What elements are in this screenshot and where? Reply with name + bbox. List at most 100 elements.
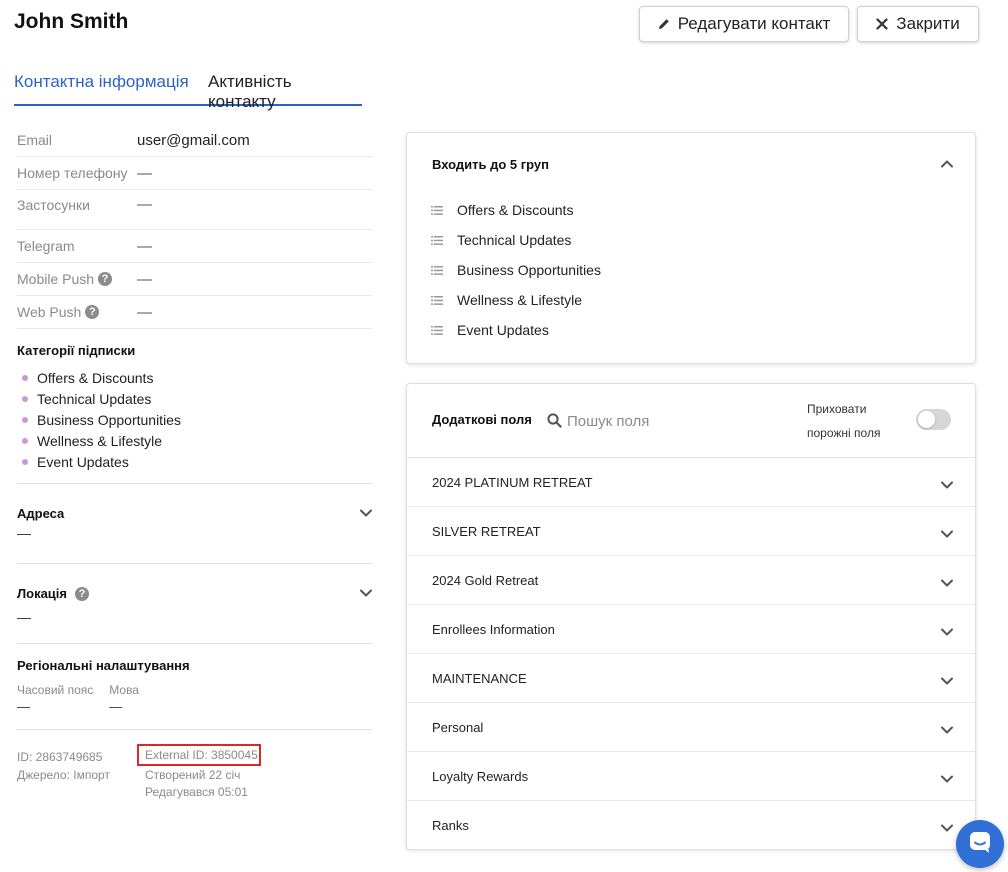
location-title-wrap: Локація ? xyxy=(17,586,372,601)
group-label: Business Opportunities xyxy=(457,262,601,278)
chevron-down-icon[interactable] xyxy=(941,771,953,786)
groups-card: Входить до 5 груп Offers & Discounts Tec… xyxy=(406,132,976,364)
chat-icon xyxy=(968,830,992,859)
field-section-label: SILVER RETREAT xyxy=(432,523,541,539)
info-row-web-push: Web Push ? — xyxy=(17,296,372,329)
chevron-down-icon[interactable] xyxy=(941,624,953,639)
location-title: Локація xyxy=(17,586,67,601)
groups-title: Входить до 5 груп xyxy=(432,157,550,172)
bullet-icon xyxy=(22,374,28,381)
category-label: Event Updates xyxy=(37,453,129,470)
info-row-phone: Номер телефону — xyxy=(17,157,372,190)
edited-date: Редагувався 05:01 xyxy=(145,785,248,799)
phone-value: — xyxy=(137,164,152,182)
edit-contact-label: Редагувати контакт xyxy=(677,14,831,33)
field-section-row[interactable]: 2024 Gold Retreat xyxy=(407,556,975,605)
field-section-label: MAINTENANCE xyxy=(432,670,527,686)
field-section-row[interactable]: SILVER RETREAT xyxy=(407,507,975,556)
field-section-label: Personal xyxy=(432,719,484,735)
field-section-label: 2024 PLATINUM RETREAT xyxy=(432,474,593,490)
edit-contact-button[interactable]: Редагувати контакт xyxy=(639,6,849,42)
info-row-email: Email user@gmail.com xyxy=(17,124,372,157)
field-section-row[interactable]: Ranks xyxy=(407,801,975,850)
created-date: Створений 22 січ xyxy=(145,768,241,782)
list-item: Business Opportunities xyxy=(17,409,372,430)
external-id-highlight: External ID: 3850045 xyxy=(137,744,261,766)
email-value[interactable]: user@gmail.com xyxy=(137,132,250,149)
list-icon xyxy=(431,292,443,308)
search-field-input[interactable] xyxy=(567,408,767,434)
info-row-mobile-push: Mobile Push ? — xyxy=(17,263,372,296)
list-item[interactable]: Business Opportunities xyxy=(431,255,601,285)
list-item[interactable]: Technical Updates xyxy=(431,225,601,255)
custom-fields-title: Додаткові поля xyxy=(432,412,532,427)
custom-fields-header: Додаткові поля Приховати порожні поля xyxy=(407,384,975,458)
chat-launcher-button[interactable] xyxy=(956,820,1004,868)
chevron-down-icon[interactable] xyxy=(941,722,953,737)
chevron-down-icon[interactable] xyxy=(941,673,953,688)
subscription-categories: Категорії підписки Offers & Discounts Te… xyxy=(17,329,372,484)
field-section-row[interactable]: 2024 PLATINUM RETREAT xyxy=(407,458,975,507)
tab-contact-activity[interactable]: Активність контакту xyxy=(208,72,362,112)
list-icon xyxy=(431,322,443,338)
chevron-down-icon[interactable] xyxy=(941,575,953,590)
chevron-down-icon[interactable] xyxy=(360,584,372,602)
telegram-value: — xyxy=(137,237,152,255)
chevron-up-icon[interactable] xyxy=(941,155,953,173)
chevron-down-icon[interactable] xyxy=(360,504,372,522)
timezone-value: — xyxy=(17,699,30,714)
list-icon xyxy=(431,262,443,278)
apps-value: — xyxy=(137,196,152,213)
phone-label: Номер телефону xyxy=(17,165,128,181)
group-label: Event Updates xyxy=(457,322,549,338)
timezone-field: Часовий пояс — xyxy=(17,683,93,714)
email-label: Email xyxy=(17,132,53,148)
chevron-down-icon[interactable] xyxy=(941,820,953,835)
field-section-label: Enrollees Information xyxy=(432,621,555,637)
list-item[interactable]: Offers & Discounts xyxy=(431,195,601,225)
list-icon xyxy=(431,202,443,218)
regional-columns: Часовий пояс — Мова — xyxy=(17,683,372,714)
field-section-row[interactable]: Enrollees Information xyxy=(407,605,975,654)
field-section-row[interactable]: Loyalty Rewards xyxy=(407,752,975,801)
mobile-push-label-wrap: Mobile Push ? xyxy=(17,271,137,287)
contact-tabs: Контактна інформація Активність контакту xyxy=(14,70,362,111)
contact-name-title: John Smith xyxy=(14,10,129,33)
custom-fields-card: Додаткові поля Приховати порожні поля 20… xyxy=(406,383,976,850)
hide-empty-label-line1: Приховати xyxy=(807,402,867,416)
help-icon[interactable]: ? xyxy=(85,305,100,319)
close-button[interactable]: Закрити xyxy=(857,6,979,42)
field-section-label: Loyalty Rewards xyxy=(432,768,529,784)
tab-contact-info[interactable]: Контактна інформація xyxy=(14,72,189,92)
group-label: Technical Updates xyxy=(457,232,572,248)
close-icon xyxy=(876,18,888,30)
chevron-down-icon[interactable] xyxy=(941,477,953,492)
bullet-icon xyxy=(22,395,28,402)
field-section-row[interactable]: Personal xyxy=(407,703,975,752)
chevron-down-icon[interactable] xyxy=(941,526,953,541)
bullet-icon xyxy=(22,416,28,423)
field-section-row[interactable]: MAINTENANCE xyxy=(407,654,975,703)
list-icon xyxy=(431,232,443,248)
language-label: Мова xyxy=(109,683,139,697)
contact-meta: ID: 2863749685 Джерело: Імпорт External … xyxy=(17,730,372,810)
hide-empty-toggle[interactable] xyxy=(916,409,951,430)
regional-settings-title: Регіональні налаштування xyxy=(17,658,190,673)
help-icon[interactable]: ? xyxy=(75,586,89,601)
info-row-telegram: Telegram — xyxy=(17,230,372,263)
hide-empty-label-line2: порожні поля xyxy=(807,426,881,440)
address-section[interactable]: Адреса — xyxy=(17,484,372,564)
list-item: Offers & Discounts xyxy=(17,367,372,388)
list-item[interactable]: Wellness & Lifestyle xyxy=(431,285,601,315)
help-icon[interactable]: ? xyxy=(98,272,113,286)
external-id: External ID: 3850045 xyxy=(145,748,258,762)
address-value: — xyxy=(17,525,31,541)
telegram-label: Telegram xyxy=(17,238,75,254)
field-section-label: Ranks xyxy=(432,818,469,833)
location-section[interactable]: Локація ? — xyxy=(17,564,372,644)
location-value: — xyxy=(17,609,31,625)
group-label: Wellness & Lifestyle xyxy=(457,292,583,308)
apps-label: Застосунки xyxy=(17,197,90,213)
list-item[interactable]: Event Updates xyxy=(431,315,601,345)
web-push-value: — xyxy=(137,303,152,321)
